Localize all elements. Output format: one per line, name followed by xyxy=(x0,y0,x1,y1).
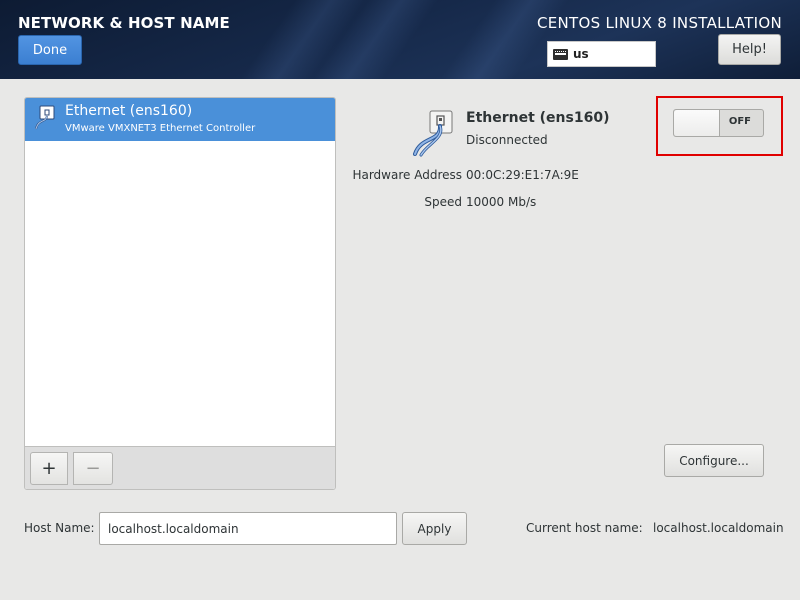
device-list-panel: Ethernet (ens160) VMware VMXNET3 Etherne… xyxy=(24,97,336,490)
hardware-address-label: Hardware Address xyxy=(352,168,462,182)
speed-label: Speed xyxy=(424,195,462,209)
apply-button[interactable]: Apply xyxy=(402,512,467,545)
host-name-input[interactable] xyxy=(99,512,397,545)
header-decoration xyxy=(408,0,572,79)
help-button[interactable]: Help! xyxy=(718,34,781,65)
ethernet-icon xyxy=(35,105,55,130)
detail-device-name: Ethernet (ens160) xyxy=(466,110,610,126)
device-name: Ethernet (ens160) xyxy=(65,103,193,119)
connection-status: Disconnected xyxy=(466,133,548,147)
current-host-name-label: Current host name: xyxy=(526,521,643,535)
ethernet-icon xyxy=(413,110,453,157)
switch-state-label: OFF xyxy=(728,116,751,127)
keyboard-layout-label: us xyxy=(573,47,589,61)
current-host-name-value: localhost.localdomain xyxy=(653,521,784,535)
keyboard-layout-indicator[interactable]: us xyxy=(547,41,656,67)
device-list-toolbar: + − xyxy=(25,446,335,489)
device-list-item[interactable]: Ethernet (ens160) VMware VMXNET3 Etherne… xyxy=(25,98,335,141)
configure-button[interactable]: Configure... xyxy=(664,444,764,477)
page-title: NETWORK & HOST NAME xyxy=(18,14,230,32)
add-device-button[interactable]: + xyxy=(30,452,68,485)
device-description: VMware VMXNET3 Ethernet Controller xyxy=(65,123,256,134)
connection-toggle-switch[interactable]: OFF xyxy=(673,109,764,137)
remove-device-button[interactable]: − xyxy=(73,452,113,485)
done-button[interactable]: Done xyxy=(18,35,82,65)
installation-title: CENTOS LINUX 8 INSTALLATION xyxy=(536,14,782,32)
hardware-address-value: 00:0C:29:E1:7A:9E xyxy=(466,168,579,182)
switch-knob[interactable] xyxy=(674,110,720,136)
keyboard-icon xyxy=(553,48,568,60)
installer-header: NETWORK & HOST NAME Done CENTOS LINUX 8 … xyxy=(0,0,800,79)
host-name-label: Host Name: xyxy=(24,521,95,535)
speed-value: 10000 Mb/s xyxy=(466,195,537,209)
